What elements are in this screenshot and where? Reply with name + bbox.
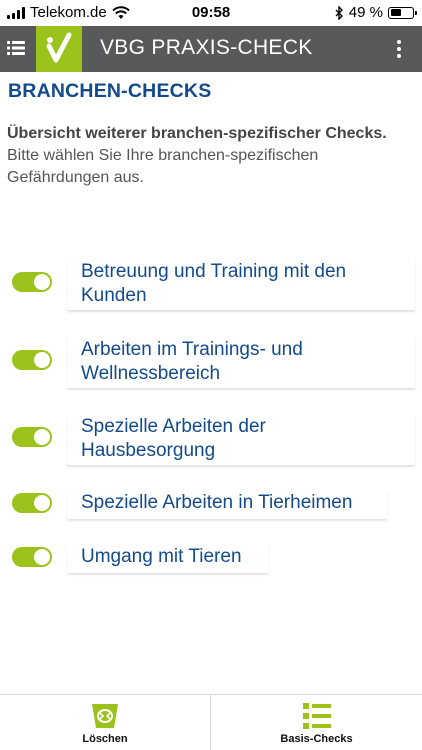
app-title: VBG PRAXIS-CHECK — [100, 36, 313, 59]
intro-text-block: Übersicht weiterer branchen-spezifischer… — [7, 123, 407, 189]
app-header: VBG PRAXIS-CHECK — [0, 26, 422, 72]
list-icon[interactable] — [4, 36, 28, 60]
intro-heading: Übersicht weiterer branchen-spezifischer… — [7, 125, 387, 142]
check-label[interactable]: Umgang mit Tieren — [67, 544, 269, 573]
tab-label: Löschen — [82, 733, 128, 745]
battery-level — [390, 9, 401, 16]
check-label[interactable]: Spezielle Arbeiten der Hausbesorgung — [67, 413, 415, 465]
check-toggle[interactable] — [12, 272, 52, 292]
tab-basis-checks[interactable]: Basis-Checks — [211, 695, 422, 750]
intro-description: Bitte wählen Sie Ihre branchen-spezifisc… — [7, 147, 319, 186]
battery-percent: 49 % — [348, 4, 383, 21]
check-label[interactable]: Betreuung und Training mit den Kunden — [67, 258, 415, 310]
check-toggle[interactable] — [12, 493, 52, 513]
checklist-icon — [302, 703, 331, 729]
tab-label: Basis-Checks — [280, 733, 353, 745]
status-bar: Telekom.de 09:58 49 % — [0, 0, 422, 26]
check-toggle[interactable] — [12, 547, 52, 567]
status-bar-right: 49 % — [335, 4, 417, 21]
app-logo — [36, 26, 82, 72]
check-toggle[interactable] — [12, 350, 52, 370]
delete-bin-icon — [92, 704, 118, 728]
tab-loeschen[interactable]: Löschen — [0, 695, 211, 750]
check-label[interactable]: Spezielle Arbeiten in Tierheimen — [67, 490, 387, 519]
check-label[interactable]: Arbeiten im Trainings- und Wellnessberei… — [67, 336, 415, 388]
checkmark-logo-icon — [46, 32, 72, 63]
more-vertical-icon[interactable] — [394, 38, 404, 60]
bluetooth-icon — [335, 5, 343, 20]
bottom-tab-bar: Löschen Basis-Checks — [0, 694, 422, 750]
page-title: BRANCHEN-CHECKS — [8, 80, 212, 102]
check-toggle[interactable] — [12, 427, 52, 447]
battery-icon — [388, 6, 417, 19]
